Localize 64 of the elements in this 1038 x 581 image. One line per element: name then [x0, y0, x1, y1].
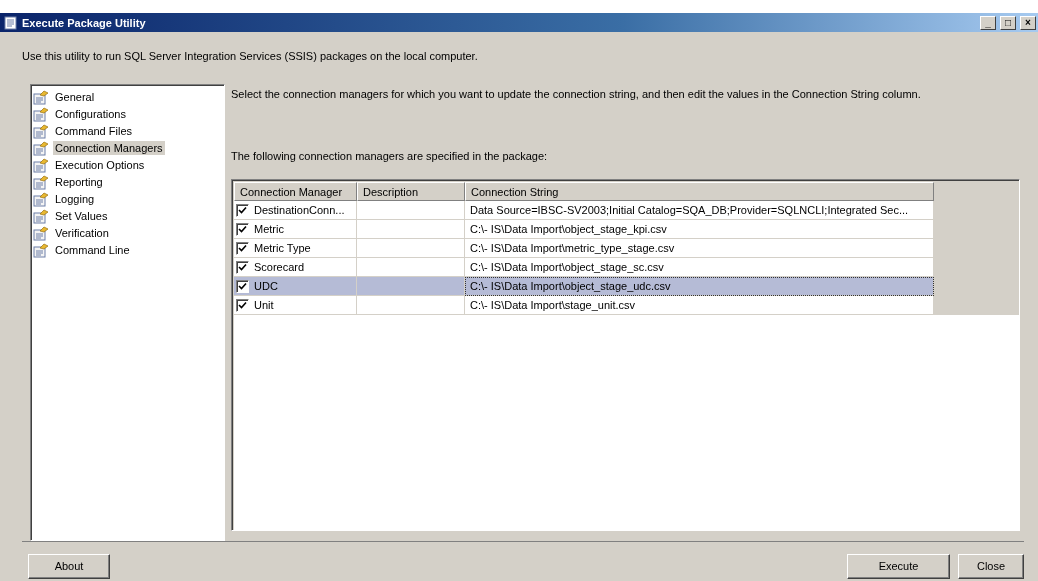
- checkbox[interactable]: [236, 241, 249, 255]
- window-title: Execute Package Utility: [22, 16, 147, 29]
- minimize-button[interactable]: _: [980, 15, 996, 30]
- page-list-item[interactable]: Configurations: [53, 106, 128, 121]
- checkbox[interactable]: [236, 279, 249, 293]
- intro-text: Use this utility to run SQL Server Integration Services (SSIS) packages on the local computer.: [22, 50, 478, 62]
- table-cell[interactable]: Scorecard: [234, 258, 357, 277]
- execute-button[interactable]: Execute: [847, 553, 950, 579]
- about-button[interactable]: About: [28, 553, 110, 579]
- table-cell[interactable]: [357, 277, 465, 296]
- table-cell[interactable]: [357, 258, 465, 277]
- table-cell[interactable]: Metric: [234, 220, 357, 239]
- close-button[interactable]: ×: [1020, 15, 1036, 30]
- table-cell[interactable]: C:\- IS\Data Import\stage_unit.csv: [465, 296, 934, 315]
- table-cell[interactable]: UDC: [234, 277, 357, 296]
- table-cell[interactable]: C:\- IS\Data Import\metric_type_stage.csv: [465, 239, 934, 258]
- instructions-text: Select the connection managers for which you want to update the connection string, and then edit the values in the Connection String column.: [231, 88, 921, 100]
- table-cell[interactable]: C:\- IS\Data Import\object_stage_udc.csv: [465, 277, 934, 296]
- wizard-page-icon: [33, 156, 49, 173]
- close-button[interactable]: Close: [958, 553, 1024, 579]
- table-cell[interactable]: [357, 201, 465, 220]
- wizard-page-icon: [33, 190, 49, 207]
- table-cell[interactable]: [357, 239, 465, 258]
- wizard-page-icon: [33, 224, 49, 241]
- table-cell[interactable]: C:\- IS\Data Import\object_stage_sc.csv: [465, 258, 934, 277]
- wizard-page-icon: [33, 105, 49, 122]
- wizard-page-icon: [33, 207, 49, 224]
- wizard-page-icon: [33, 241, 49, 258]
- table-cell[interactable]: DestinationConn...: [234, 201, 357, 220]
- checkbox[interactable]: [236, 222, 249, 236]
- checkbox[interactable]: [236, 298, 249, 312]
- page-list-item[interactable]: Command Line: [53, 242, 132, 257]
- table-cell[interactable]: [357, 296, 465, 315]
- wizard-page-icon: [33, 88, 49, 105]
- column-header[interactable]: Connection Manager: [234, 182, 357, 201]
- maximize-button[interactable]: □: [1000, 15, 1016, 30]
- checkbox[interactable]: [236, 260, 249, 274]
- page-list-item[interactable]: Command Files: [53, 123, 135, 138]
- wizard-page-icon: [33, 122, 49, 139]
- table-cell[interactable]: Unit: [234, 296, 357, 315]
- page-list-item[interactable]: Verification: [53, 225, 111, 240]
- column-header[interactable]: Description: [357, 182, 465, 201]
- page-list-item[interactable]: General: [53, 89, 97, 104]
- wizard-page-icon: [33, 139, 49, 156]
- page-list-item[interactable]: Logging: [53, 191, 97, 206]
- page-list-item[interactable]: Execution Options: [53, 157, 147, 172]
- checkbox[interactable]: [236, 203, 249, 217]
- page-list-item[interactable]: Reporting: [53, 174, 105, 189]
- column-header[interactable]: Connection String: [465, 182, 934, 201]
- app-icon: [4, 15, 18, 30]
- table-cell[interactable]: Metric Type: [234, 239, 357, 258]
- table-cell[interactable]: [357, 220, 465, 239]
- connection-name: Metric: [254, 223, 284, 235]
- page-list-item[interactable]: Set Values: [53, 208, 110, 223]
- wizard-page-icon: [33, 173, 49, 190]
- connection-name: Unit: [254, 299, 274, 311]
- list-caption: The following connection managers are specified in the package:: [231, 150, 548, 162]
- page-list-item[interactable]: Connection Managers: [53, 140, 165, 155]
- table-cell[interactable]: C:\- IS\Data Import\object_stage_kpi.csv: [465, 220, 934, 239]
- connection-name: DestinationConn...: [254, 204, 345, 216]
- connection-name: UDC: [254, 280, 278, 292]
- connection-name: Metric Type: [254, 242, 311, 254]
- table-cell[interactable]: Data Source=IBSC-SV2003;Initial Catalog=SQA_DB;Provider=SQLNCLI;Integrated Sec...: [465, 201, 934, 220]
- connection-name: Scorecard: [254, 261, 305, 273]
